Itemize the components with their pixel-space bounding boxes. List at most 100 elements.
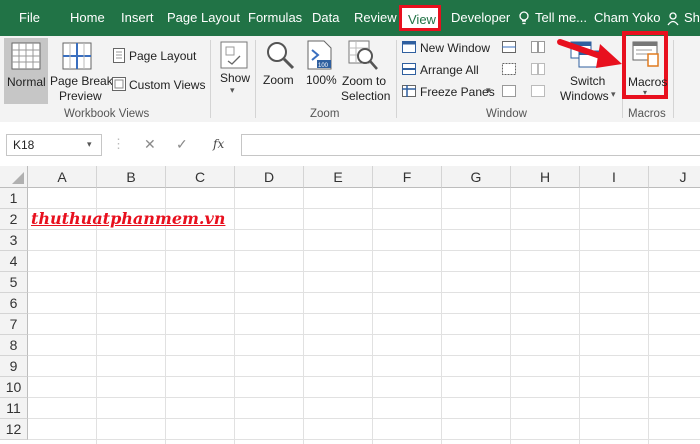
hide-window-icon[interactable] [502, 63, 516, 75]
switch-windows-caret-icon[interactable]: ▾ [611, 89, 616, 100]
column-header-d[interactable]: D [235, 166, 304, 188]
show-dropdown-caret-icon[interactable]: ▾ [230, 85, 235, 96]
ribbon-tab-bar: File Home Insert Page Layout Formulas Da… [0, 0, 700, 36]
switch-windows-label-2[interactable]: Windows [560, 89, 609, 103]
reset-window-position-icon[interactable] [531, 85, 545, 97]
row-header-4[interactable]: 4 [0, 251, 28, 272]
grid-column-line [372, 188, 373, 444]
column-header-a[interactable]: A [28, 166, 97, 188]
grid-row-line [28, 292, 700, 293]
row-header-2[interactable]: 2 [0, 209, 28, 230]
tab-view[interactable]: View [399, 5, 441, 31]
unhide-window-icon[interactable] [502, 85, 516, 97]
grid-row-line [28, 439, 700, 440]
split-icon[interactable] [502, 41, 516, 53]
arrange-all-button[interactable]: Arrange All [420, 63, 479, 77]
enter-icon[interactable]: ✓ [176, 136, 188, 153]
grid-column-line [303, 188, 304, 444]
group-separator [396, 40, 397, 118]
normal-view-button[interactable]: Normal [4, 38, 48, 104]
macros-icon [632, 41, 659, 67]
custom-views-button[interactable]: Custom Views [129, 78, 205, 92]
name-box-dropdown-icon[interactable]: ▾ [87, 139, 92, 150]
new-window-icon [402, 41, 416, 53]
name-box[interactable]: K18 ▾ [6, 134, 102, 156]
column-header-g[interactable]: G [442, 166, 511, 188]
row-header-6[interactable]: 6 [0, 293, 28, 314]
tab-home[interactable]: Home [70, 10, 105, 25]
column-header-e[interactable]: E [304, 166, 373, 188]
window-group-label: Window [486, 108, 527, 120]
magnifier-icon [267, 42, 295, 70]
row-header-1[interactable]: 1 [0, 188, 28, 209]
view-side-by-side-icon[interactable] [531, 41, 545, 53]
grid-row-line [28, 250, 700, 251]
freeze-panes-caret-icon[interactable]: ▾ [486, 85, 491, 96]
group-separator [673, 40, 674, 118]
freeze-panes-button[interactable]: Freeze Panes [420, 85, 495, 99]
show-button[interactable]: Show [220, 71, 250, 85]
column-header-b[interactable]: B [97, 166, 166, 188]
page-break-preview-icon [62, 42, 92, 70]
column-header-f[interactable]: F [373, 166, 442, 188]
macros-group-label: Macros [628, 108, 666, 120]
column-header-j[interactable]: J [649, 166, 700, 188]
arrange-all-icon [402, 63, 416, 75]
row-header-5[interactable]: 5 [0, 272, 28, 293]
tab-data[interactable]: Data [312, 10, 339, 25]
grid-row-line [28, 229, 700, 230]
page-layout-icon [113, 48, 125, 63]
select-all-corner[interactable] [0, 166, 28, 188]
cell-a2[interactable]: thuthuatphanmem.vn [31, 209, 225, 228]
row-header-10[interactable]: 10 [0, 377, 28, 398]
macros-button[interactable]: Macros ▾ [622, 31, 668, 99]
tab-review[interactable]: Review [354, 10, 397, 25]
grid-row-line [28, 313, 700, 314]
page-break-label-1[interactable]: Page Break [50, 74, 113, 88]
row-header-7[interactable]: 7 [0, 314, 28, 335]
grid-column-line [510, 188, 511, 444]
account-name[interactable]: Cham Yoko [594, 10, 661, 25]
synchronous-scrolling-icon[interactable] [531, 63, 545, 75]
zoom-100-icon: 100 [307, 40, 332, 70]
group-separator [210, 40, 211, 118]
grid-column-line [234, 188, 235, 444]
red-arrow-annotation [557, 39, 622, 68]
zoom-100-button[interactable]: 100% [306, 73, 337, 87]
row-header-12[interactable]: 12 [0, 419, 28, 440]
tab-insert[interactable]: Insert [121, 10, 154, 25]
column-header-i[interactable]: I [580, 166, 649, 188]
grid-column-line [579, 188, 580, 444]
tab-file[interactable]: File [19, 10, 40, 25]
insert-function-icon[interactable]: fx [213, 137, 224, 151]
grid-row-line [28, 271, 700, 272]
tab-developer[interactable]: Developer [451, 10, 510, 25]
grid-row-line [28, 376, 700, 377]
cancel-icon[interactable]: ✕ [144, 136, 156, 153]
page-break-label-2[interactable]: Preview [59, 89, 102, 103]
lightbulb-icon [519, 11, 529, 25]
tab-page-layout[interactable]: Page Layout [167, 10, 240, 25]
zoom-button[interactable]: Zoom [263, 73, 294, 87]
row-header-9[interactable]: 9 [0, 356, 28, 377]
new-window-button[interactable]: New Window [420, 41, 490, 55]
zoom-to-label-2[interactable]: Selection [341, 89, 390, 103]
tab-view-label: View [408, 12, 436, 27]
zoom-to-label-1[interactable]: Zoom to [342, 74, 386, 88]
grid-column-line [648, 188, 649, 444]
tab-formulas[interactable]: Formulas [248, 10, 302, 25]
row-header-3[interactable]: 3 [0, 230, 28, 251]
grid-column-line [441, 188, 442, 444]
column-header-c[interactable]: C [166, 166, 235, 188]
formula-bar-grip: ⋮ [112, 136, 125, 151]
formula-input[interactable] [241, 134, 700, 156]
grid-row-line [28, 418, 700, 419]
page-layout-button[interactable]: Page Layout [129, 49, 196, 63]
tell-me-search[interactable]: Tell me... [535, 10, 587, 25]
tab-share[interactable]: Sh [684, 10, 700, 25]
column-header-h[interactable]: H [511, 166, 580, 188]
group-separator [255, 40, 256, 118]
row-header-8[interactable]: 8 [0, 335, 28, 356]
row-header-11[interactable]: 11 [0, 398, 28, 419]
switch-windows-label-1[interactable]: Switch [570, 74, 605, 88]
